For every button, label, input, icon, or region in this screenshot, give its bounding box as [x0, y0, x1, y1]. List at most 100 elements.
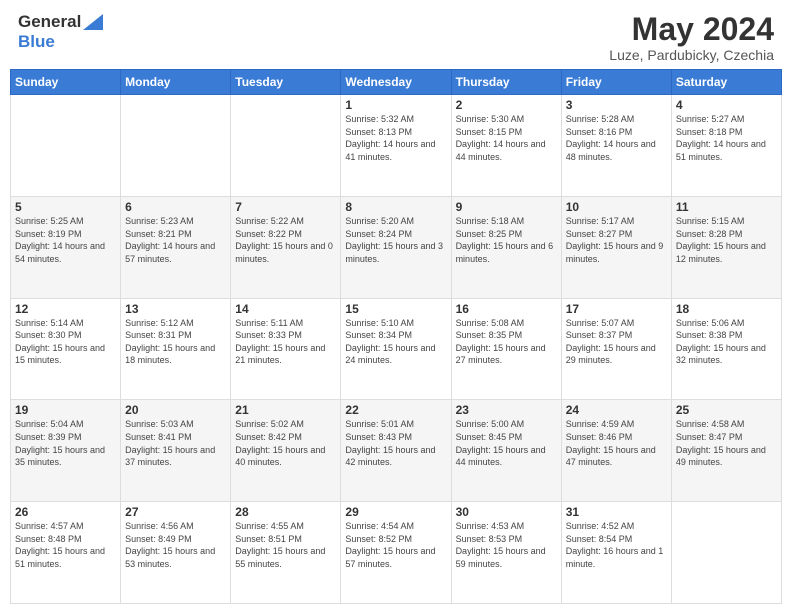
header-friday: Friday: [561, 70, 671, 95]
calendar-cell: 29Sunrise: 4:54 AMSunset: 8:52 PMDayligh…: [341, 502, 451, 604]
calendar-table: Sunday Monday Tuesday Wednesday Thursday…: [10, 69, 782, 604]
calendar-cell: 16Sunrise: 5:08 AMSunset: 8:35 PMDayligh…: [451, 298, 561, 400]
calendar-cell: [11, 95, 121, 197]
calendar-cell: 22Sunrise: 5:01 AMSunset: 8:43 PMDayligh…: [341, 400, 451, 502]
day-number: 18: [676, 302, 777, 316]
header-wednesday: Wednesday: [341, 70, 451, 95]
calendar-cell: 14Sunrise: 5:11 AMSunset: 8:33 PMDayligh…: [231, 298, 341, 400]
calendar-cell: 24Sunrise: 4:59 AMSunset: 8:46 PMDayligh…: [561, 400, 671, 502]
calendar-week-5: 26Sunrise: 4:57 AMSunset: 8:48 PMDayligh…: [11, 502, 782, 604]
header: General Blue May 2024 Luze, Pardubicky, …: [0, 0, 792, 69]
calendar-cell: 6Sunrise: 5:23 AMSunset: 8:21 PMDaylight…: [121, 196, 231, 298]
day-info: Sunrise: 5:27 AMSunset: 8:18 PMDaylight:…: [676, 113, 777, 163]
calendar-cell: 19Sunrise: 5:04 AMSunset: 8:39 PMDayligh…: [11, 400, 121, 502]
calendar-cell: [671, 502, 781, 604]
day-info: Sunrise: 4:53 AMSunset: 8:53 PMDaylight:…: [456, 520, 557, 570]
day-number: 1: [345, 98, 446, 112]
day-number: 9: [456, 200, 557, 214]
day-number: 16: [456, 302, 557, 316]
day-info: Sunrise: 5:14 AMSunset: 8:30 PMDaylight:…: [15, 317, 116, 367]
days-header-row: Sunday Monday Tuesday Wednesday Thursday…: [11, 70, 782, 95]
title-block: May 2024 Luze, Pardubicky, Czechia: [609, 12, 774, 63]
day-number: 15: [345, 302, 446, 316]
day-info: Sunrise: 5:08 AMSunset: 8:35 PMDaylight:…: [456, 317, 557, 367]
day-number: 21: [235, 403, 336, 417]
calendar-cell: 26Sunrise: 4:57 AMSunset: 8:48 PMDayligh…: [11, 502, 121, 604]
calendar-cell: 27Sunrise: 4:56 AMSunset: 8:49 PMDayligh…: [121, 502, 231, 604]
day-info: Sunrise: 4:55 AMSunset: 8:51 PMDaylight:…: [235, 520, 336, 570]
calendar-week-4: 19Sunrise: 5:04 AMSunset: 8:39 PMDayligh…: [11, 400, 782, 502]
day-info: Sunrise: 5:07 AMSunset: 8:37 PMDaylight:…: [566, 317, 667, 367]
calendar-cell: 23Sunrise: 5:00 AMSunset: 8:45 PMDayligh…: [451, 400, 561, 502]
day-number: 12: [15, 302, 116, 316]
calendar-week-1: 1Sunrise: 5:32 AMSunset: 8:13 PMDaylight…: [11, 95, 782, 197]
day-number: 20: [125, 403, 226, 417]
day-info: Sunrise: 5:06 AMSunset: 8:38 PMDaylight:…: [676, 317, 777, 367]
day-info: Sunrise: 5:10 AMSunset: 8:34 PMDaylight:…: [345, 317, 446, 367]
calendar-cell: 9Sunrise: 5:18 AMSunset: 8:25 PMDaylight…: [451, 196, 561, 298]
day-number: 4: [676, 98, 777, 112]
day-number: 17: [566, 302, 667, 316]
day-number: 6: [125, 200, 226, 214]
calendar-cell: 8Sunrise: 5:20 AMSunset: 8:24 PMDaylight…: [341, 196, 451, 298]
day-number: 7: [235, 200, 336, 214]
day-info: Sunrise: 4:59 AMSunset: 8:46 PMDaylight:…: [566, 418, 667, 468]
calendar-page: General Blue May 2024 Luze, Pardubicky, …: [0, 0, 792, 612]
day-info: Sunrise: 5:18 AMSunset: 8:25 PMDaylight:…: [456, 215, 557, 265]
calendar-cell: 25Sunrise: 4:58 AMSunset: 8:47 PMDayligh…: [671, 400, 781, 502]
month-title: May 2024: [609, 12, 774, 47]
calendar-cell: 4Sunrise: 5:27 AMSunset: 8:18 PMDaylight…: [671, 95, 781, 197]
header-monday: Monday: [121, 70, 231, 95]
calendar-cell: 7Sunrise: 5:22 AMSunset: 8:22 PMDaylight…: [231, 196, 341, 298]
calendar: Sunday Monday Tuesday Wednesday Thursday…: [0, 69, 792, 612]
calendar-cell: 18Sunrise: 5:06 AMSunset: 8:38 PMDayligh…: [671, 298, 781, 400]
calendar-cell: 13Sunrise: 5:12 AMSunset: 8:31 PMDayligh…: [121, 298, 231, 400]
day-number: 5: [15, 200, 116, 214]
day-info: Sunrise: 4:54 AMSunset: 8:52 PMDaylight:…: [345, 520, 446, 570]
calendar-cell: [231, 95, 341, 197]
day-info: Sunrise: 5:00 AMSunset: 8:45 PMDaylight:…: [456, 418, 557, 468]
day-info: Sunrise: 5:32 AMSunset: 8:13 PMDaylight:…: [345, 113, 446, 163]
day-info: Sunrise: 4:57 AMSunset: 8:48 PMDaylight:…: [15, 520, 116, 570]
day-info: Sunrise: 4:56 AMSunset: 8:49 PMDaylight:…: [125, 520, 226, 570]
calendar-cell: 5Sunrise: 5:25 AMSunset: 8:19 PMDaylight…: [11, 196, 121, 298]
day-info: Sunrise: 5:30 AMSunset: 8:15 PMDaylight:…: [456, 113, 557, 163]
calendar-cell: 15Sunrise: 5:10 AMSunset: 8:34 PMDayligh…: [341, 298, 451, 400]
day-number: 28: [235, 505, 336, 519]
header-tuesday: Tuesday: [231, 70, 341, 95]
day-number: 3: [566, 98, 667, 112]
day-number: 31: [566, 505, 667, 519]
day-number: 10: [566, 200, 667, 214]
day-info: Sunrise: 5:15 AMSunset: 8:28 PMDaylight:…: [676, 215, 777, 265]
logo: General Blue: [18, 12, 103, 52]
day-number: 22: [345, 403, 446, 417]
logo-blue: Blue: [18, 32, 55, 52]
day-info: Sunrise: 4:52 AMSunset: 8:54 PMDaylight:…: [566, 520, 667, 570]
day-info: Sunrise: 5:28 AMSunset: 8:16 PMDaylight:…: [566, 113, 667, 163]
logo-general: General: [18, 12, 81, 32]
day-number: 2: [456, 98, 557, 112]
day-number: 27: [125, 505, 226, 519]
day-info: Sunrise: 5:17 AMSunset: 8:27 PMDaylight:…: [566, 215, 667, 265]
day-number: 29: [345, 505, 446, 519]
day-info: Sunrise: 5:02 AMSunset: 8:42 PMDaylight:…: [235, 418, 336, 468]
calendar-cell: 28Sunrise: 4:55 AMSunset: 8:51 PMDayligh…: [231, 502, 341, 604]
calendar-week-3: 12Sunrise: 5:14 AMSunset: 8:30 PMDayligh…: [11, 298, 782, 400]
day-number: 30: [456, 505, 557, 519]
day-number: 14: [235, 302, 336, 316]
day-info: Sunrise: 5:01 AMSunset: 8:43 PMDaylight:…: [345, 418, 446, 468]
logo-icon: [83, 14, 103, 30]
day-info: Sunrise: 4:58 AMSunset: 8:47 PMDaylight:…: [676, 418, 777, 468]
day-info: Sunrise: 5:20 AMSunset: 8:24 PMDaylight:…: [345, 215, 446, 265]
calendar-cell: 10Sunrise: 5:17 AMSunset: 8:27 PMDayligh…: [561, 196, 671, 298]
day-number: 11: [676, 200, 777, 214]
day-number: 26: [15, 505, 116, 519]
day-info: Sunrise: 5:23 AMSunset: 8:21 PMDaylight:…: [125, 215, 226, 265]
day-info: Sunrise: 5:25 AMSunset: 8:19 PMDaylight:…: [15, 215, 116, 265]
day-number: 13: [125, 302, 226, 316]
day-info: Sunrise: 5:12 AMSunset: 8:31 PMDaylight:…: [125, 317, 226, 367]
calendar-week-2: 5Sunrise: 5:25 AMSunset: 8:19 PMDaylight…: [11, 196, 782, 298]
calendar-cell: 2Sunrise: 5:30 AMSunset: 8:15 PMDaylight…: [451, 95, 561, 197]
calendar-cell: 31Sunrise: 4:52 AMSunset: 8:54 PMDayligh…: [561, 502, 671, 604]
calendar-cell: 1Sunrise: 5:32 AMSunset: 8:13 PMDaylight…: [341, 95, 451, 197]
